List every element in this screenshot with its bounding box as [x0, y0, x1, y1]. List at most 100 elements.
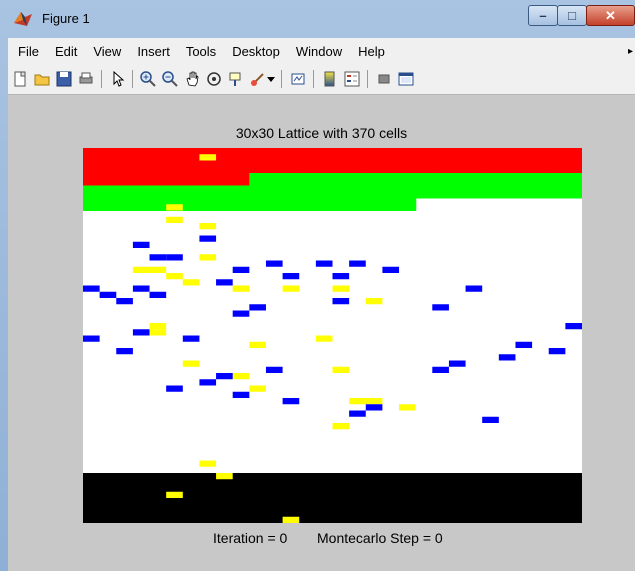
dropdown-arrow-icon[interactable]: [266, 69, 276, 89]
green-cell-column: [216, 185, 234, 211]
figure-client: File Edit View Insert Tools Desktop Wind…: [8, 38, 635, 571]
yellow-cell: [365, 398, 383, 405]
yellow-cell: [182, 279, 200, 286]
print-icon[interactable]: [76, 69, 96, 89]
menu-overflow-icon[interactable]: ▸: [628, 46, 633, 57]
green-cell-column: [332, 173, 350, 211]
red-cell-column: [249, 148, 267, 174]
green-cell-column: [532, 173, 550, 199]
lattice-axes[interactable]: [83, 148, 582, 523]
yellow-cell: [166, 216, 183, 223]
yellow-cell: [216, 473, 233, 480]
black-boundary-region: [83, 473, 582, 523]
blue-cell: [332, 273, 350, 280]
green-cell-column: [149, 185, 167, 211]
menu-file[interactable]: File: [12, 44, 45, 59]
matlab-logo-icon: [14, 12, 32, 26]
legend-icon[interactable]: [342, 69, 362, 89]
blue-cell: [132, 241, 150, 248]
menu-edit[interactable]: Edit: [49, 44, 83, 59]
green-cell-column: [299, 173, 317, 211]
link-plot-icon[interactable]: [288, 69, 308, 89]
red-cell-column: [399, 148, 417, 174]
minimize-button[interactable]: –: [528, 5, 558, 26]
red-cell-column: [548, 148, 566, 174]
green-cell-column: [99, 185, 117, 211]
toolbar-separator: [367, 70, 368, 88]
figure-toolbar: [8, 64, 635, 95]
blue-cell: [132, 285, 150, 292]
figure-canvas[interactable]: 30x30 Lattice with 370 cells Iteration =…: [8, 95, 635, 571]
red-cell-column: [415, 148, 433, 174]
show-plot-tools-icon[interactable]: [396, 69, 416, 89]
green-cell-column: [515, 173, 533, 199]
menu-tools[interactable]: Tools: [180, 44, 222, 59]
red-cell-column: [166, 148, 184, 186]
green-cell-column: [116, 185, 134, 211]
blue-cell: [232, 266, 250, 273]
blue-cell: [199, 235, 217, 242]
zoom-out-icon[interactable]: [160, 69, 180, 89]
red-cell-column: [382, 148, 400, 174]
red-cell-column: [83, 148, 101, 186]
data-cursor-icon[interactable]: [226, 69, 246, 89]
brush-icon[interactable]: [248, 69, 268, 89]
menu-help[interactable]: Help: [352, 44, 391, 59]
blue-cell: [265, 260, 283, 267]
blue-cell: [515, 341, 533, 348]
yellow-cell: [249, 385, 266, 392]
toolbar-separator: [281, 70, 282, 88]
iteration-label: Iteration = 0: [213, 530, 288, 546]
blue-cell: [548, 348, 566, 355]
red-cell-column: [132, 148, 151, 186]
toolbar-separator: [132, 70, 133, 88]
red-cell-column: [565, 148, 582, 174]
blue-cell: [99, 291, 117, 298]
yellow-cell: [199, 254, 217, 261]
maximize-button[interactable]: □: [557, 5, 587, 26]
close-button[interactable]: ✕: [586, 5, 635, 26]
red-cell-column: [498, 148, 517, 174]
green-cell-column: [132, 185, 151, 211]
save-icon[interactable]: [54, 69, 74, 89]
yellow-cell: [365, 298, 383, 305]
pan-icon[interactable]: [182, 69, 202, 89]
yellow-cell: [166, 204, 183, 211]
hide-plot-tools-icon[interactable]: [374, 69, 394, 89]
new-figure-icon[interactable]: [10, 69, 30, 89]
red-cell-column: [448, 148, 467, 174]
yellow-cell: [232, 373, 250, 380]
yellow-cell: [315, 335, 333, 342]
blue-cell: [149, 254, 167, 261]
colorbar-icon[interactable]: [320, 69, 340, 89]
red-cell-column: [116, 148, 134, 186]
menu-desktop[interactable]: Desktop: [226, 44, 286, 59]
green-cell-column: [399, 173, 417, 211]
pointer-icon[interactable]: [108, 69, 128, 89]
blue-cell: [282, 273, 300, 280]
menu-window[interactable]: Window: [290, 44, 348, 59]
green-cell-column: [498, 173, 517, 199]
menu-view[interactable]: View: [87, 44, 127, 59]
red-cell-column: [482, 148, 500, 174]
green-cell-column: [265, 173, 284, 211]
yellow-cell: [282, 285, 300, 292]
blue-cell: [282, 398, 300, 405]
rotate-3d-icon[interactable]: [204, 69, 224, 89]
zoom-in-icon[interactable]: [138, 69, 158, 89]
red-cell-column: [332, 148, 350, 174]
yellow-cell: [232, 285, 250, 292]
red-cell-column: [199, 148, 217, 186]
yellow-cell: [166, 491, 183, 498]
yellow-cell: [149, 329, 167, 336]
green-cell-column: [365, 173, 383, 211]
menu-insert[interactable]: Insert: [131, 44, 176, 59]
blue-cell: [83, 335, 100, 342]
blue-cell: [116, 348, 133, 355]
title-bar[interactable]: Figure 1 – □ ✕: [0, 0, 635, 38]
blue-cell: [432, 366, 449, 373]
blue-cell: [249, 304, 266, 311]
blue-cell: [349, 260, 366, 267]
blue-cell: [432, 304, 449, 311]
open-file-icon[interactable]: [32, 69, 52, 89]
